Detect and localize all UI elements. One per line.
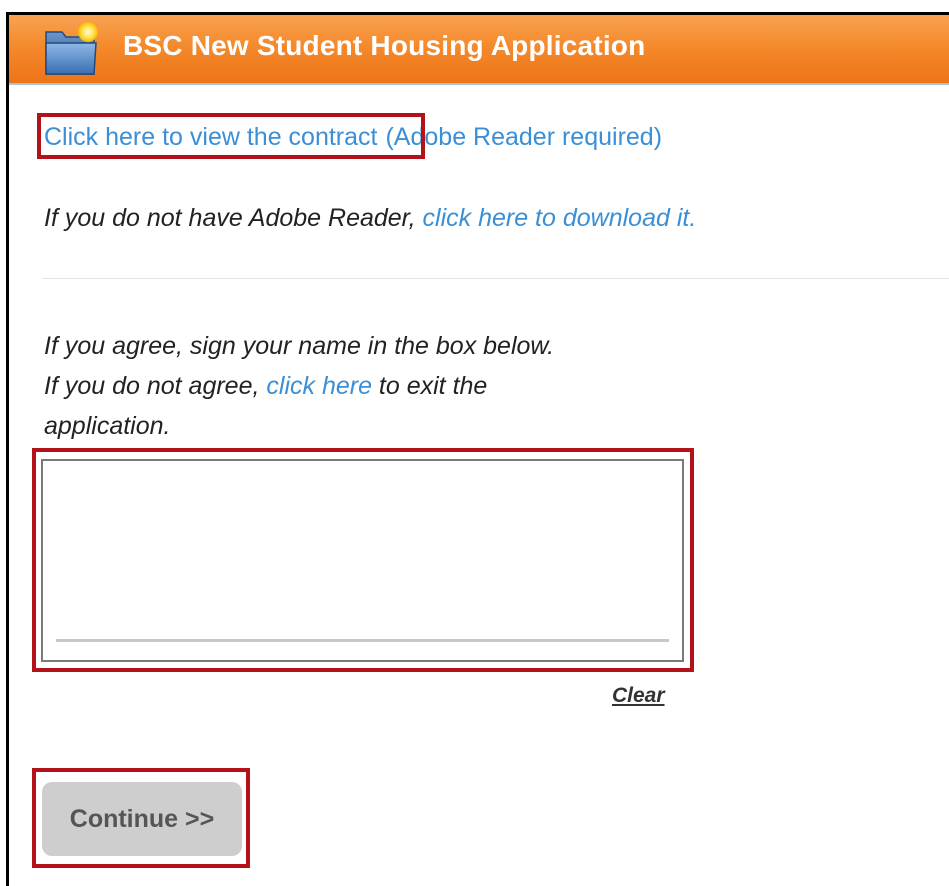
view-contract-link[interactable]: Click here to view the contract	[44, 123, 377, 151]
download-reader-link[interactable]: click here to download it	[423, 204, 690, 232]
agreement-line-2-suffix: to exit the	[371, 372, 488, 400]
clear-signature-link[interactable]: Clear	[612, 684, 665, 708]
continue-button[interactable]: Continue >>	[42, 782, 242, 856]
adobe-reader-line: If you do not have Adobe Reader, click h…	[44, 204, 696, 233]
adobe-reader-prefix: If you do not have Adobe Reader,	[44, 204, 423, 232]
page-title: BSC New Student Housing Application	[123, 30, 646, 61]
top-strip	[0, 0, 949, 12]
exit-application-link[interactable]: click here	[266, 372, 372, 400]
agreement-line-1: If you agree, sign your name in the box …	[44, 332, 555, 360]
signature-baseline	[56, 639, 669, 642]
adobe-required-note: (Adobe Reader required)	[385, 123, 663, 151]
agreement-line-2-prefix: If you do not agree,	[44, 372, 267, 400]
adobe-reader-suffix: .	[689, 204, 697, 232]
folder-icon	[36, 18, 106, 78]
agreement-instructions: If you agree, sign your name in the box …	[44, 326, 554, 446]
agreement-line-3: application.	[44, 412, 171, 440]
contract-line: Click here to view the contract (Adobe Re…	[44, 123, 662, 152]
divider	[42, 278, 949, 279]
signature-pad[interactable]	[41, 459, 684, 662]
agreement-line-2: If you do not agree, click here to exit …	[44, 366, 554, 406]
